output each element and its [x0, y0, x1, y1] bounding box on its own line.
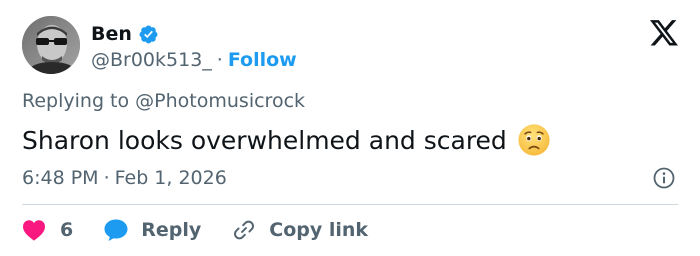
avatar[interactable]	[22, 16, 80, 74]
timestamp-separator: ·	[103, 167, 110, 189]
tweet-card: Ben @Br00k513_ · Follow Replying to @Pho…	[0, 0, 700, 256]
reply-label: Reply	[141, 219, 202, 241]
reply-button[interactable]: Reply	[103, 218, 231, 242]
tweet-timestamp[interactable]: 6:48 PM · Feb 1, 2026	[22, 164, 227, 192]
link-icon	[231, 217, 257, 243]
tweet-text: Sharon looks overwhelmed and scared	[22, 125, 507, 155]
divider	[22, 204, 678, 205]
author-handle-row: @Br00k513_ · Follow	[91, 46, 297, 74]
verified-badge-icon	[138, 24, 159, 45]
avatar-image	[22, 16, 80, 74]
copy-link-label: Copy link	[269, 219, 369, 241]
tweet-date: Feb 1, 2026	[114, 167, 227, 189]
reply-context: Replying to @Photomusicrock	[22, 90, 305, 112]
x-logo-icon[interactable]	[650, 20, 678, 46]
handle-separator: ·	[216, 49, 223, 71]
author-name[interactable]: Ben	[91, 23, 132, 45]
author-name-row: Ben	[91, 20, 159, 48]
follow-button[interactable]: Follow	[228, 49, 297, 71]
reply-context-mention[interactable]: @Photomusicrock	[135, 90, 305, 112]
author-handle[interactable]: @Br00k513_	[91, 49, 212, 71]
tweet-body: Sharon looks overwhelmed and scared	[22, 120, 551, 160]
tweet-time: 6:48 PM	[22, 167, 99, 189]
info-icon[interactable]	[652, 166, 676, 190]
anxious-face-emoji-icon	[517, 123, 551, 157]
like-count: 6	[60, 219, 74, 241]
reply-context-prefix: Replying to	[22, 90, 130, 112]
speech-bubble-icon	[103, 218, 129, 242]
copy-link-button[interactable]: Copy link	[231, 217, 368, 243]
like-button[interactable]: 6	[22, 219, 103, 241]
heart-icon	[22, 219, 46, 241]
action-bar: 6 Reply Copy link	[22, 214, 368, 246]
